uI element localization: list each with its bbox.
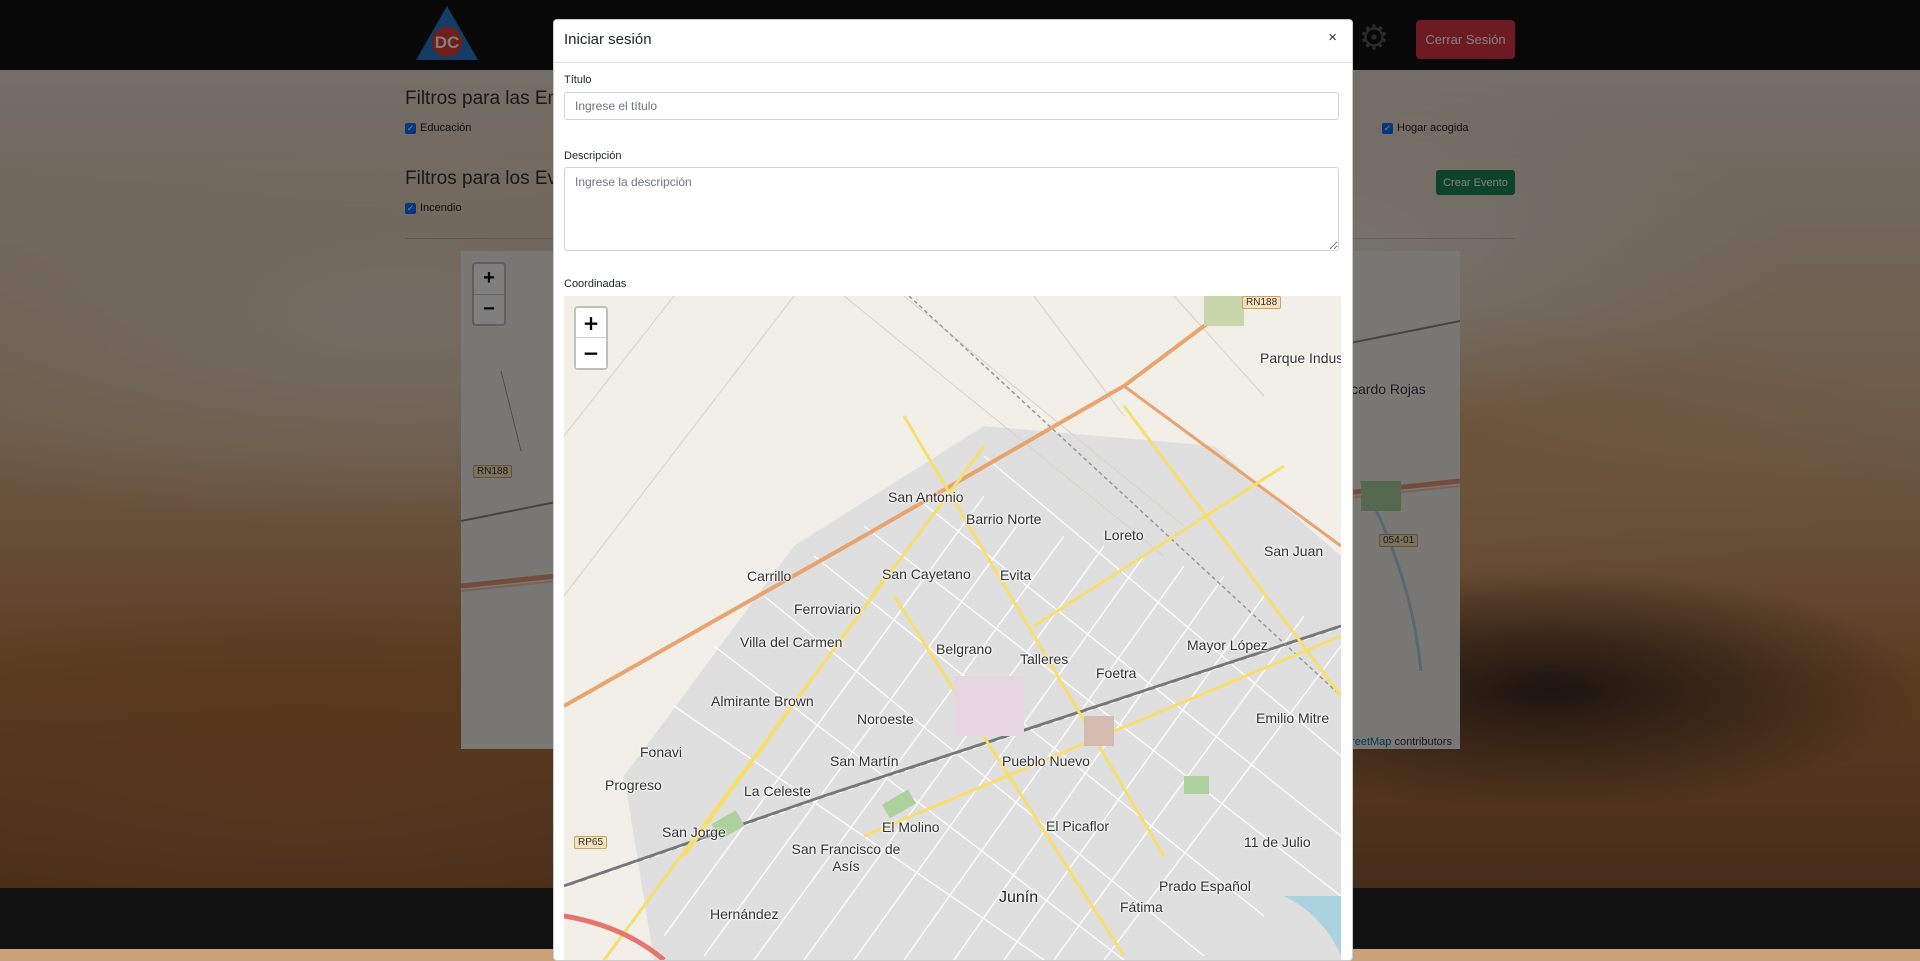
route-shield-rp65: RP65 bbox=[574, 836, 608, 849]
map-place-label: Fonavi bbox=[640, 744, 683, 760]
map-place-label: Villa del Carmen bbox=[740, 634, 843, 650]
map-place-label: Almirante Brown bbox=[711, 693, 814, 709]
title-label: Título bbox=[564, 74, 592, 86]
coordinates-map[interactable]: + − RN188 RP65 San Antonio Barrio Norte … bbox=[564, 296, 1341, 960]
map-place-label: San Jorge bbox=[662, 824, 726, 840]
map-place-label: Carrillo bbox=[747, 568, 792, 584]
map-place-label: Belgrano bbox=[936, 641, 993, 657]
title-input[interactable] bbox=[564, 92, 1339, 120]
route-shield-rn188: RN188 bbox=[1242, 296, 1282, 309]
map-place-label: San Juan bbox=[1264, 543, 1324, 559]
map-place-label: 11 de Julio bbox=[1244, 834, 1311, 850]
description-textarea[interactable] bbox=[564, 167, 1339, 251]
map-place-label: Evita bbox=[1000, 567, 1032, 583]
map-place-label: Fátima bbox=[1120, 899, 1163, 915]
map-place-label: El Molino bbox=[882, 819, 940, 835]
map-zoom-control[interactable]: + − bbox=[574, 306, 608, 370]
map-place-label: Talleres bbox=[1020, 651, 1069, 667]
map-place-label: Mayor López bbox=[1187, 637, 1268, 653]
close-icon[interactable]: × bbox=[1322, 28, 1343, 47]
map-place-label: San Martín bbox=[830, 753, 899, 769]
map-place-label: Barrio Norte bbox=[966, 511, 1042, 527]
login-modal: Iniciar sesión × Título Descripción Coor… bbox=[553, 19, 1353, 961]
map-place-label: San Antonio bbox=[888, 489, 964, 505]
zoom-out-button[interactable]: − bbox=[576, 338, 606, 368]
description-label: Descripción bbox=[564, 150, 622, 162]
modal-header: Iniciar sesión × bbox=[554, 20, 1352, 63]
coordinates-label: Coordinadas bbox=[564, 278, 627, 290]
map-place-label: Progreso bbox=[605, 777, 662, 793]
map-place-label: Ferroviario bbox=[794, 601, 861, 617]
map-place-label: Parque Indus bbox=[1260, 350, 1341, 366]
map-place-label: San Francisco de Asís bbox=[791, 841, 901, 874]
modal-title: Iniciar sesión bbox=[564, 31, 652, 48]
map-place-label: Foetra bbox=[1096, 665, 1137, 681]
map-place-label: Junín bbox=[999, 889, 1039, 906]
map-place-label: Noroeste bbox=[857, 711, 914, 727]
map-place-label: Loreto bbox=[1104, 527, 1144, 543]
map-place-label: La Celeste bbox=[744, 783, 811, 799]
zoom-in-button[interactable]: + bbox=[576, 308, 606, 338]
map-place-label: Hernández bbox=[710, 906, 779, 922]
map-place-label: El Picaflor bbox=[1046, 818, 1110, 834]
map-place-label: Emilio Mitre bbox=[1256, 710, 1330, 726]
map-place-label: San Cayetano bbox=[882, 566, 971, 582]
map-place-label: Prado Español bbox=[1159, 878, 1251, 894]
map-place-label: Pueblo Nuevo bbox=[1002, 753, 1090, 769]
